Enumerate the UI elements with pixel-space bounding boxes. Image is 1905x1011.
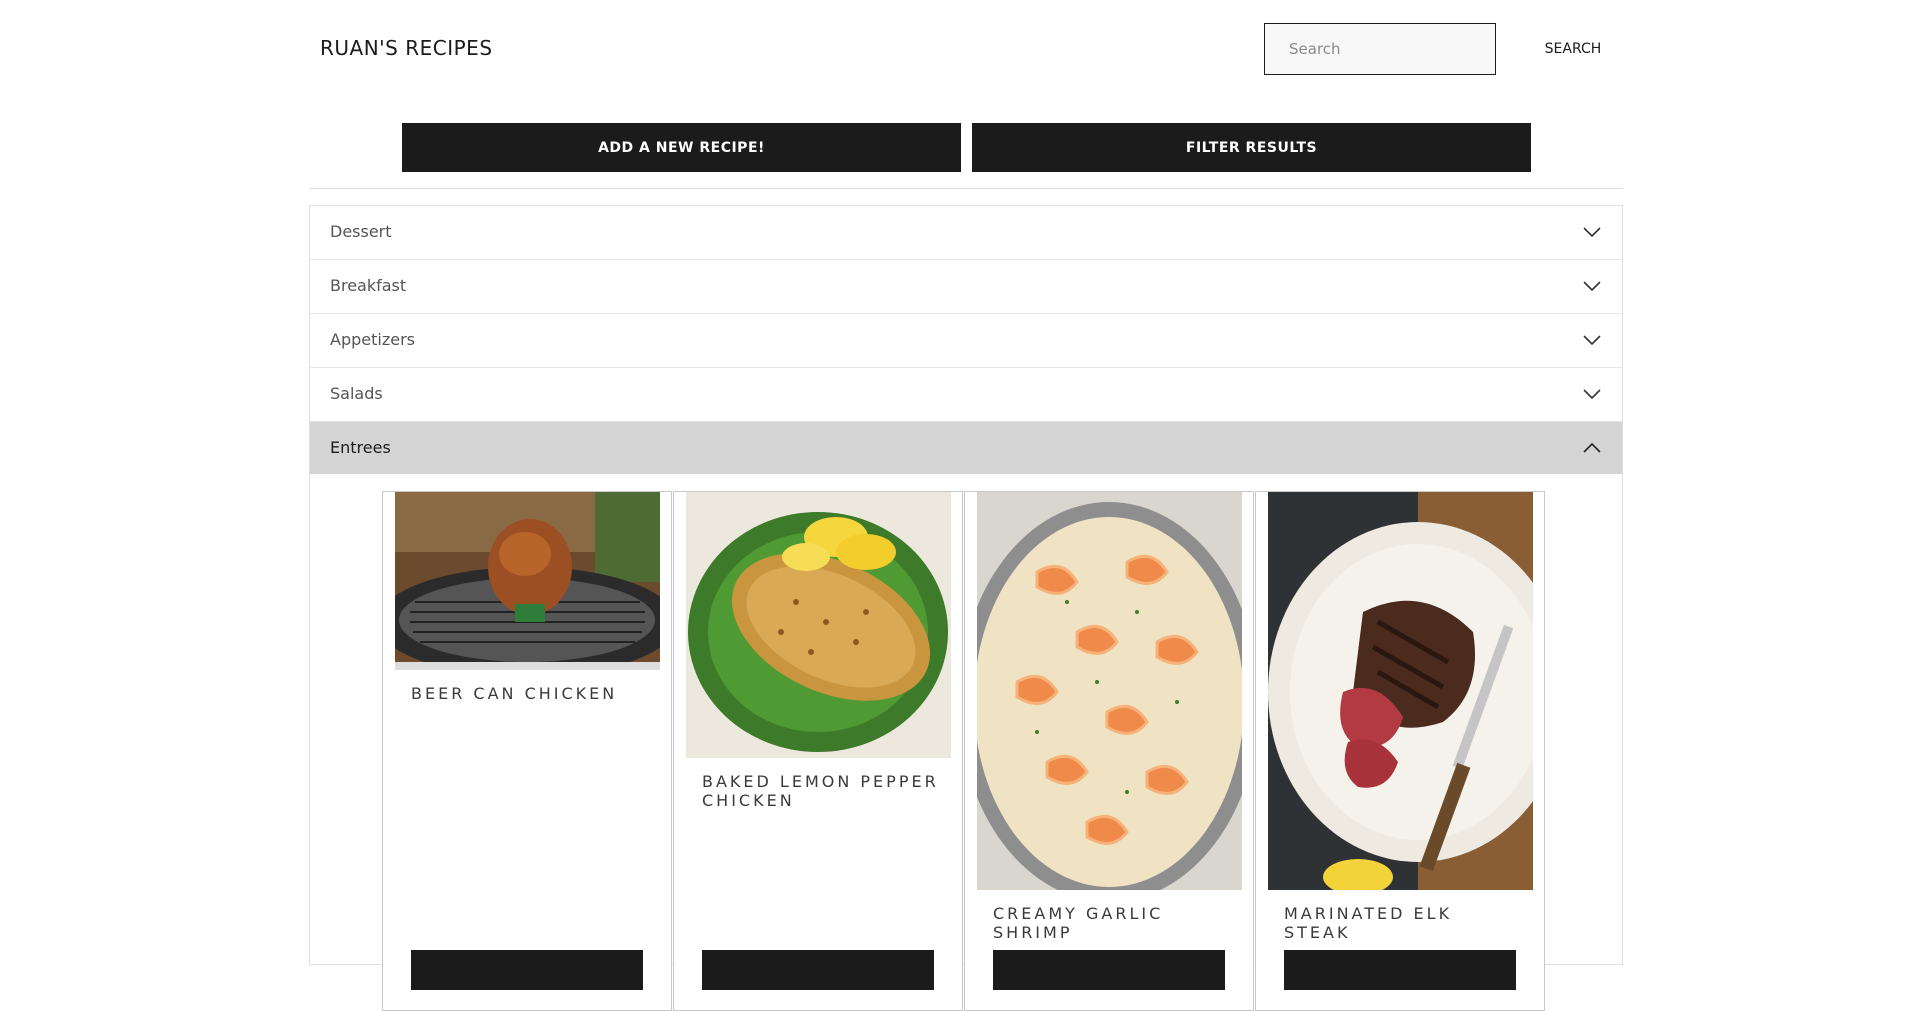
chevron-down-icon — [1583, 227, 1601, 238]
chevron-down-icon — [1583, 389, 1601, 400]
category-label: Appetizers — [330, 330, 415, 349]
beer-can-chicken-photo — [395, 492, 660, 670]
recipe-card[interactable]: Baked Lemon Pepper Chicken — [673, 491, 963, 1011]
chevron-down-icon — [1583, 335, 1601, 346]
category-salads[interactable]: Salads — [310, 368, 1622, 422]
category-appetizers[interactable]: Appetizers — [310, 314, 1622, 368]
lemon-pepper-chicken-photo — [686, 492, 951, 758]
category-label: Salads — [330, 384, 383, 403]
recipe-title: Creamy Garlic Shrimp — [993, 904, 1164, 942]
recipe-title: Beer Can Chicken — [411, 684, 618, 703]
add-recipe-button[interactable]: ADD A NEW RECIPE! — [402, 123, 961, 172]
category-label: Entrees — [330, 438, 391, 457]
category-accordion: Dessert Breakfast Appetizers Salads Entr — [309, 205, 1623, 1011]
entrees-panel: Beer Can Chicken — [310, 474, 1622, 1011]
brand-title[interactable]: RUAN'S RECIPES — [320, 36, 493, 60]
recipe-card[interactable]: Beer Can Chicken — [382, 491, 672, 1011]
view-recipe-button[interactable] — [411, 950, 643, 990]
view-recipe-button[interactable] — [702, 950, 934, 990]
category-breakfast[interactable]: Breakfast — [310, 260, 1622, 314]
category-dessert[interactable]: Dessert — [310, 206, 1622, 260]
category-entrees[interactable]: Entrees — [310, 422, 1622, 474]
elk-steak-photo — [1268, 492, 1533, 890]
view-recipe-button[interactable] — [993, 950, 1225, 990]
category-label: Breakfast — [330, 276, 407, 295]
filter-results-button[interactable]: FILTER RESULTS — [972, 123, 1531, 172]
search-input[interactable] — [1264, 23, 1496, 75]
site-header: RUAN'S RECIPES SEARCH — [309, 0, 1623, 98]
recipe-card[interactable]: Creamy Garlic Shrimp — [964, 491, 1254, 1011]
garlic-shrimp-photo — [977, 492, 1242, 890]
recipe-title: Marinated Elk Steak — [1284, 904, 1453, 942]
chevron-up-icon — [1583, 442, 1601, 453]
recipe-card[interactable]: Marinated Elk Steak — [1255, 491, 1545, 1011]
divider — [309, 188, 1623, 189]
page-container: RUAN'S RECIPES SEARCH ADD A NEW RECIPE! … — [309, 0, 1623, 1011]
recipe-title: Baked Lemon Pepper Chicken — [702, 772, 939, 810]
view-recipe-button[interactable] — [1284, 950, 1516, 990]
search-button[interactable]: SEARCH — [1527, 23, 1619, 75]
category-label: Dessert — [330, 222, 392, 241]
action-row: ADD A NEW RECIPE! FILTER RESULTS — [309, 98, 1623, 188]
chevron-down-icon — [1583, 281, 1601, 292]
